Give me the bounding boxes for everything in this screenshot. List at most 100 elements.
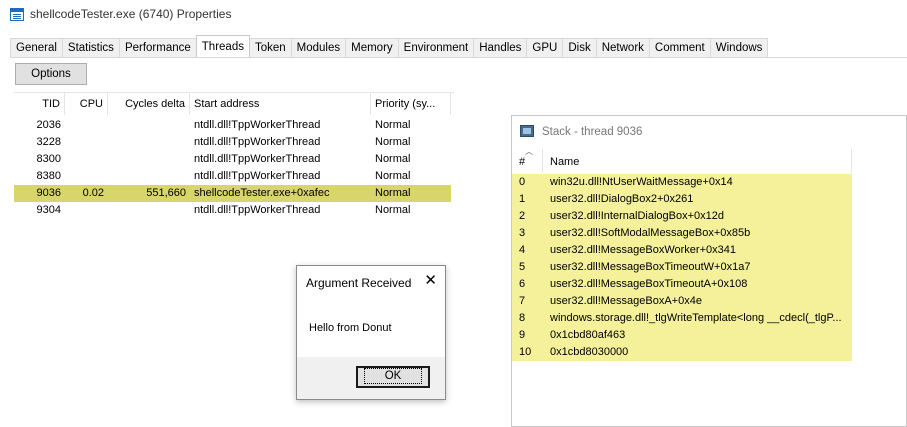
thread-tid: 2036 xyxy=(36,119,61,131)
frame-number: 7 xyxy=(519,295,526,307)
frame-number: 9 xyxy=(519,329,526,341)
thread-priority: Normal xyxy=(375,170,411,182)
column-cpu[interactable]: CPU xyxy=(65,93,108,115)
stack-frame-row[interactable]: 4 user32.dll!MessageBoxWorker+0x341 xyxy=(512,242,852,259)
thread-priority: Normal xyxy=(375,119,411,131)
stack-frame-row[interactable]: 8 windows.storage.dll!_tlgWriteTemplate<l… xyxy=(512,310,852,327)
stack-frame-row[interactable]: 10 0x1cbd8030000 xyxy=(512,344,852,361)
frame-name: 0x1cbd80af463 xyxy=(550,329,626,341)
thread-row-highlighted[interactable]: 9036 0.02 551,660 shellcodeTester.exe+0x… xyxy=(14,185,451,202)
thread-cpu xyxy=(65,202,108,219)
stack-title-bar[interactable]: Stack - thread 9036 xyxy=(512,116,906,146)
frame-name: 0x1cbd8030000 xyxy=(550,346,629,358)
stack-frame-row[interactable]: 0 win32u.dll!NtUserWaitMessage+0x14 xyxy=(512,174,852,191)
tab-windows[interactable]: Windows xyxy=(709,38,769,58)
column-cycles-delta[interactable]: Cycles delta xyxy=(108,93,190,115)
thread-priority: Normal xyxy=(375,136,411,148)
column-frame-number[interactable]: ︿ # xyxy=(512,147,543,173)
column-frame-number-label: # xyxy=(519,156,526,168)
thread-tid: 8300 xyxy=(36,153,61,165)
thread-cycles xyxy=(108,168,190,185)
message-box-dialog: Argument Received ✕ Hello from Donut OK xyxy=(296,265,446,400)
ok-button-label: OK xyxy=(363,368,423,384)
thread-priority: Normal xyxy=(375,204,411,216)
frame-number: 0 xyxy=(519,176,526,188)
tab-memory[interactable]: Memory xyxy=(345,38,399,58)
thread-cpu xyxy=(65,151,108,168)
tab-strip: General Statistics Performance Threads Token… xyxy=(10,35,769,58)
stack-frame-row[interactable]: 1 user32.dll!DialogBox2+0x261 xyxy=(512,191,852,208)
thread-cpu: 0.02 xyxy=(82,187,104,199)
thread-cpu xyxy=(65,168,108,185)
tab-general[interactable]: General xyxy=(10,38,63,58)
threads-header: TID CPU Cycles delta Start address Prior… xyxy=(14,93,454,115)
sort-ascending-icon: ︿ xyxy=(525,147,533,156)
thread-cycles xyxy=(108,202,190,219)
tab-token[interactable]: Token xyxy=(248,38,292,58)
frame-number: 4 xyxy=(519,244,526,256)
thread-start-address: ntdll.dll!TppWorkerThread xyxy=(194,136,321,148)
frame-number: 8 xyxy=(519,312,526,324)
frame-number: 3 xyxy=(519,227,526,239)
thread-cpu xyxy=(65,117,108,134)
thread-row[interactable]: 9304 ntdll.dll!TppWorkerThread Normal xyxy=(14,202,451,219)
window-title: shellcodeTester.exe (6740) Properties xyxy=(30,7,232,21)
frame-name: user32.dll!DialogBox2+0x261 xyxy=(550,193,694,205)
thread-tid: 3228 xyxy=(36,136,61,148)
stack-frames-list[interactable]: 0 win32u.dll!NtUserWaitMessage+0x14 1 user… xyxy=(512,174,852,361)
frame-name: user32.dll!MessageBoxA+0x4e xyxy=(550,295,702,307)
thread-start-address: shellcodeTester.exe+0xafec xyxy=(194,187,330,199)
tab-disk[interactable]: Disk xyxy=(562,38,597,58)
thread-row[interactable]: 8300 ntdll.dll!TppWorkerThread Normal xyxy=(14,151,451,168)
thread-cycles xyxy=(108,134,190,151)
frame-number: 5 xyxy=(519,261,526,273)
stack-frame-row[interactable]: 2 user32.dll!InternalDialogBox+0x12d xyxy=(512,208,852,225)
thread-cycles xyxy=(108,117,190,134)
ok-button[interactable]: OK xyxy=(356,366,430,388)
tab-handles[interactable]: Handles xyxy=(473,38,528,58)
tab-network[interactable]: Network xyxy=(595,38,650,58)
column-start-address[interactable]: Start address xyxy=(190,93,371,115)
stack-frame-row[interactable]: 9 0x1cbd80af463 xyxy=(512,327,852,344)
frame-number: 2 xyxy=(519,210,526,222)
tab-gpu[interactable]: GPU xyxy=(526,38,564,58)
frame-name: user32.dll!MessageBoxWorker+0x341 xyxy=(550,244,736,256)
column-frame-name[interactable]: Name xyxy=(543,149,852,173)
thread-row[interactable]: 3228 ntdll.dll!TppWorkerThread Normal xyxy=(14,134,451,151)
thread-start-address: ntdll.dll!TppWorkerThread xyxy=(194,119,321,131)
frame-number: 6 xyxy=(519,278,526,290)
thread-start-address: ntdll.dll!TppWorkerThread xyxy=(194,170,321,182)
dialog-title: Argument Received xyxy=(306,276,412,290)
tab-statistics[interactable]: Statistics xyxy=(61,38,120,58)
frame-name: user32.dll!InternalDialogBox+0x12d xyxy=(550,210,724,222)
tab-threads[interactable]: Threads xyxy=(195,35,250,57)
frame-number: 10 xyxy=(519,346,532,358)
tab-comment[interactable]: Comment xyxy=(648,38,711,58)
tab-modules[interactable]: Modules xyxy=(290,38,347,58)
close-icon[interactable]: ✕ xyxy=(424,272,437,290)
stack-frame-row[interactable]: 3 user32.dll!SoftModalMessageBox+0x85b xyxy=(512,225,852,242)
tab-environment[interactable]: Environment xyxy=(397,38,475,58)
thread-start-address: ntdll.dll!TppWorkerThread xyxy=(194,153,321,165)
column-tid[interactable]: TID xyxy=(14,93,65,115)
frame-name: user32.dll!MessageBoxTimeoutW+0x1a7 xyxy=(550,261,751,273)
tab-performance[interactable]: Performance xyxy=(118,38,197,58)
thread-row[interactable]: 2036 ntdll.dll!TppWorkerThread Normal xyxy=(14,117,451,134)
stack-frame-row[interactable]: 6 user32.dll!MessageBoxTimeoutA+0x108 xyxy=(512,276,852,293)
thread-start-address: ntdll.dll!TppWorkerThread xyxy=(194,204,321,216)
frame-name: win32u.dll!NtUserWaitMessage+0x14 xyxy=(550,176,733,188)
stack-frame-row[interactable]: 5 user32.dll!MessageBoxTimeoutW+0x1a7 xyxy=(512,259,852,276)
column-priority[interactable]: Priority (sy... xyxy=(371,93,451,115)
thread-cpu xyxy=(65,134,108,151)
stack-window-icon xyxy=(520,125,534,137)
thread-row[interactable]: 8380 ntdll.dll!TppWorkerThread Normal xyxy=(14,168,451,185)
frame-name: user32.dll!MessageBoxTimeoutA+0x108 xyxy=(550,278,748,290)
stack-header: ︿ # Name xyxy=(512,147,852,173)
options-button[interactable]: Options xyxy=(15,63,87,85)
thread-priority: Normal xyxy=(375,187,411,199)
dialog-message: Hello from Donut xyxy=(309,322,392,334)
thread-tid: 9304 xyxy=(36,204,61,216)
title-bar: shellcodeTester.exe (6740) Properties xyxy=(0,0,907,30)
thread-cycles xyxy=(108,151,190,168)
stack-frame-row[interactable]: 7 user32.dll!MessageBoxA+0x4e xyxy=(512,293,852,310)
